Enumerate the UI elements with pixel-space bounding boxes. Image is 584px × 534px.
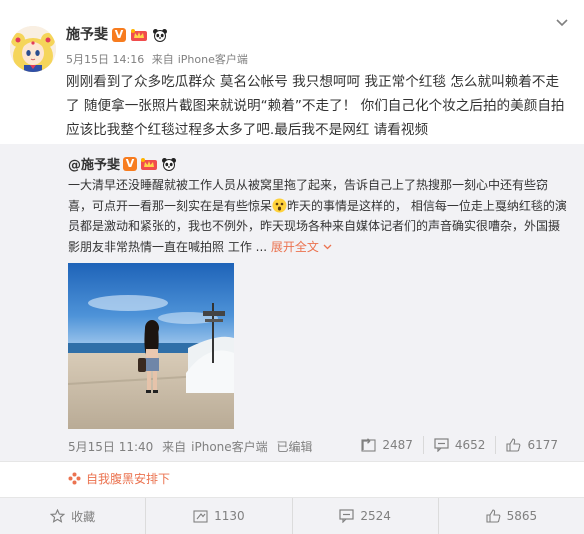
repost-timestamp[interactable]: 5月15日 11:40 [68, 440, 153, 454]
expand-full-text-link[interactable]: 展开全文 [271, 240, 332, 254]
repost-text: 一大清早还没睡醒就被工作人员从被窝里拖了起来，告诉自己上了热搜那一刻心中还有些窃… [68, 175, 568, 257]
panda-icon[interactable] [161, 157, 177, 171]
verified-badge-icon: V [112, 28, 126, 42]
repost-forward-button[interactable]: 2487 [351, 436, 423, 454]
comment-button[interactable]: 2524 [291, 498, 438, 534]
chevron-down-icon [323, 244, 332, 250]
comment-icon [434, 438, 449, 452]
source-prefix: 来自 [162, 440, 187, 454]
expand-label: 展开全文 [270, 239, 319, 254]
related-label: 自我腹黑安排下 [86, 472, 171, 486]
thumbs-up-icon [506, 438, 521, 452]
thumbs-up-icon [486, 509, 501, 523]
comment-icon [339, 509, 354, 523]
comment-count: 2524 [360, 509, 391, 523]
repost-actions: 2487 4652 6177 [351, 436, 568, 454]
repost-source[interactable]: iPhone客户端 [191, 440, 268, 454]
author-name[interactable]: 施予斐 [66, 26, 108, 44]
surprised-emoji-icon [272, 198, 287, 213]
repost-photo[interactable] [68, 263, 234, 429]
panda-icon[interactable] [152, 28, 168, 42]
action-bar: 收藏 1130 2524 5865 [0, 497, 584, 534]
post-text: 刚刚看到了众多吃瓜群众 莫名公帐号 我只想呵呵 我正常个红毯 怎么就叫赖着不走了… [66, 74, 565, 138]
repost-author[interactable]: @施予斐 V [68, 154, 177, 173]
avatar[interactable] [10, 26, 56, 72]
repost-icon [361, 438, 376, 452]
star-icon [50, 509, 66, 523]
like-button[interactable]: 5865 [437, 498, 584, 534]
favorite-label: 收藏 [71, 509, 96, 524]
crown-badge-icon[interactable] [130, 28, 148, 42]
like-count: 5865 [506, 509, 538, 523]
repost-forward-count: 2487 [382, 438, 413, 452]
repost-icon [193, 509, 208, 523]
crown-badge-icon[interactable] [140, 157, 158, 171]
repost-comment-button[interactable]: 4652 [422, 436, 496, 454]
repost-author-name[interactable]: @施予斐 [68, 154, 120, 173]
edited-label[interactable]: 已编辑 [277, 440, 313, 454]
favorite-button[interactable]: 收藏 [0, 498, 145, 534]
post-meta: 5月15日 14:16 来自 iPhone客户端 [66, 51, 252, 67]
post-author[interactable]: 施予斐 V [66, 26, 168, 44]
verified-badge-icon: V [123, 156, 138, 171]
repost-meta: 5月15日 11:40 来自 iPhone客户端 已编辑 [68, 438, 318, 455]
source-prefix: 来自 [151, 53, 174, 66]
post-timestamp[interactable]: 5月15日 14:16 [66, 53, 144, 66]
repost-count: 1130 [214, 509, 245, 523]
flower-icon [68, 472, 81, 485]
repost-like-button[interactable]: 6177 [495, 436, 568, 454]
repost-card: @施予斐 V 一大清早还没睡醒就被工作人员从被窝里拖了起来，告诉自己上了热搜那一… [0, 144, 584, 461]
post-source[interactable]: iPhone客户端 [178, 53, 248, 66]
repost-button[interactable]: 1130 [145, 498, 291, 534]
repost-comment-count: 4652 [454, 438, 486, 452]
chevron-down-icon[interactable] [555, 18, 569, 28]
divider [0, 461, 584, 462]
repost-like-count: 6177 [527, 438, 558, 452]
related-topic-link[interactable]: 自我腹黑安排下 [68, 470, 170, 487]
